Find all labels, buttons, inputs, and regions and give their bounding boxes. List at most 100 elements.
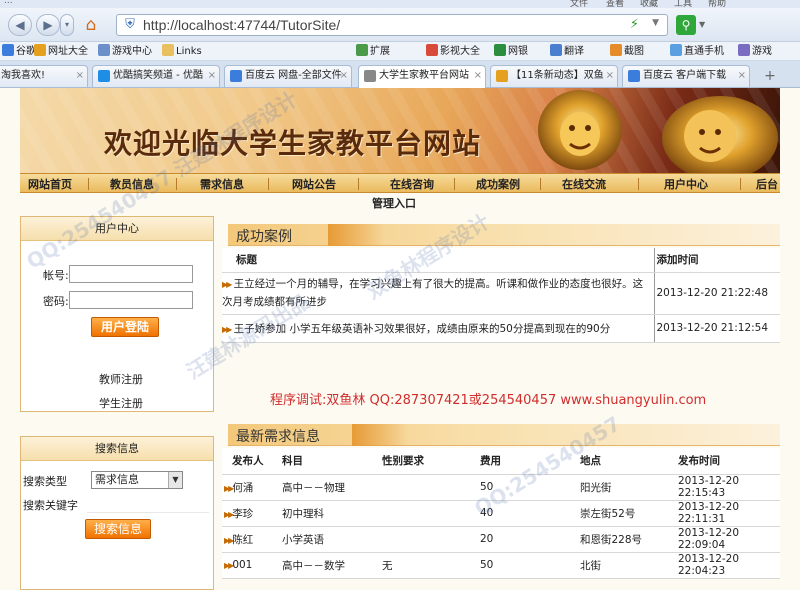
close-icon[interactable]: × (606, 66, 614, 86)
demands-header-fee: 费用 (478, 448, 578, 475)
phone-icon (670, 44, 682, 56)
gamepad-icon (98, 44, 110, 56)
bookmark-label: 影视大全 (440, 46, 480, 57)
nav-chat[interactable]: 在线交流 (562, 176, 606, 192)
nav-teachers[interactable]: 教员信息 (110, 176, 154, 192)
table-row[interactable]: ▶▶ 王立经过一个月的辅导，在学习兴趣上有了很大的提高。听课和做作业的态度也很好… (222, 272, 780, 315)
case-title[interactable]: 王子娇参加 小学五年级英语补习效果很好，成绩由原来的50分提高到现在的90分 (234, 323, 611, 335)
demand-fee: 50 (478, 474, 578, 501)
demand-subject[interactable]: 高中－－数学 (280, 552, 380, 579)
keyword-input[interactable] (87, 495, 209, 513)
tab-taobao[interactable]: 网 - 淘我喜欢! × (0, 65, 88, 87)
bookmark-screenshot[interactable]: 截图 (610, 44, 644, 59)
cases-header-title: 标题 (222, 248, 655, 273)
nav-admin[interactable]: 后台 (756, 176, 778, 192)
nav-consult[interactable]: 在线咨询 (390, 176, 434, 192)
demands-section-header: 最新需求信息 (228, 424, 780, 446)
table-row[interactable]: ▶▶李珍 初中理科 40 崇左街52号 2013-12-20 22:11:31 (222, 500, 780, 527)
bookmark-translate[interactable]: 翻译 (550, 44, 584, 59)
history-dropdown-icon[interactable]: ▾ (60, 14, 74, 36)
case-title[interactable]: 王立经过一个月的辅导，在学习兴趣上有了很大的提高。听课和做作业的态度也很好。这次… (222, 278, 643, 308)
nav-separator (454, 178, 455, 190)
nav-notices[interactable]: 网站公告 (292, 176, 336, 192)
header-accent (352, 424, 408, 446)
user-center-title: 用户中心 (21, 217, 213, 241)
tab-tutor-site[interactable]: 大学生家教平台网站 × (358, 65, 486, 88)
bookmark-games[interactable]: 游戏 (738, 44, 772, 59)
student-register-link[interactable]: 学生注册 (99, 395, 143, 411)
table-row[interactable]: ▶▶何涌 高中－－物理 50 阳光街 2013-12-20 22:15:43 (222, 474, 780, 501)
bookmark-phone[interactable]: 直通手机 (670, 44, 724, 59)
bookmark-game-center[interactable]: 游戏中心 (98, 44, 152, 59)
close-icon[interactable]: × (76, 66, 84, 86)
nav-home[interactable]: 网站首页 (28, 176, 72, 192)
demand-gender (380, 526, 478, 553)
address-input[interactable] (143, 16, 603, 34)
nav-user-center[interactable]: 用户中心 (664, 176, 708, 192)
table-row[interactable]: ▶▶陈红 小学英语 20 和恩街228号 2013-12-20 22:09:04 (222, 526, 780, 553)
table-row[interactable]: ▶▶001 高中－－数学 无 50 北街 2013-12-20 22:04:23 (222, 552, 780, 579)
close-icon[interactable]: × (208, 66, 216, 86)
new-tab-icon[interactable]: + (760, 67, 780, 85)
search-type-select[interactable]: 需求信息 ▼ (91, 471, 183, 489)
bookmark-links[interactable]: Links (162, 44, 202, 59)
bookmark-label: 截图 (624, 46, 644, 57)
search-engine-icon[interactable]: ⚲ (676, 15, 696, 35)
keyword-label: 搜索关键字 (23, 499, 78, 512)
cases-table: 标题 添加时间 ▶▶ 王立经过一个月的辅导，在学习兴趣上有了很大的提高。听课和做… (222, 248, 780, 343)
close-icon[interactable]: × (474, 66, 482, 86)
bookmark-video[interactable]: 影视大全 (426, 44, 480, 59)
user-center-panel: 用户中心 帐号: 密码: 用户登陆 教师注册 学生注册 (20, 216, 214, 412)
folder-icon (162, 44, 174, 56)
close-icon[interactable]: × (738, 66, 746, 86)
page-content: 欢迎光临大学生家教平台网站 网站首页 教员信息 需求信息 网站公告 在线咨询 成… (0, 88, 800, 590)
demand-subject[interactable]: 初中理科 (280, 500, 380, 527)
password-input[interactable] (69, 291, 193, 309)
bookmark-site-directory[interactable]: 网址大全 (34, 44, 88, 59)
account-input[interactable] (69, 265, 193, 283)
cases-section-header: 成功案例 (228, 224, 780, 246)
nav-admin-entry[interactable]: 管理入口 (372, 195, 416, 211)
search-button[interactable]: 搜索信息 (85, 519, 151, 539)
home-icon[interactable]: ⌂ (80, 15, 102, 35)
tab-label: 【11条新动态】双鱼 (511, 70, 604, 81)
forward-icon[interactable]: ▶ (36, 14, 60, 36)
back-icon[interactable]: ◀ (8, 14, 32, 36)
tab-baidu-pan[interactable]: 百度云 网盘-全部文件 × (224, 65, 352, 87)
bookmarks-bar: 谷歌 网址大全 游戏中心 Links 扩展 影视大全 网银 翻译 截图 直通手机… (0, 42, 800, 61)
close-icon[interactable]: × (340, 66, 348, 86)
demand-subject[interactable]: 小学英语 (280, 526, 380, 553)
speed-mode-icon[interactable]: ⚡ (630, 17, 639, 32)
tab-updates[interactable]: 【11条新动态】双鱼 × (490, 65, 618, 87)
google-icon (2, 44, 14, 56)
search-type-label: 搜索类型 (23, 475, 67, 488)
nav-separator (176, 178, 177, 190)
search-engine-dropdown-icon[interactable]: ▼ (699, 20, 705, 29)
login-button[interactable]: 用户登陆 (91, 317, 159, 337)
demand-publisher: 李珍 (232, 507, 254, 520)
bookmark-label: Links (176, 46, 202, 57)
bookmark-extensions[interactable]: 扩展 (356, 44, 390, 59)
demand-gender (380, 474, 478, 501)
tab-label: 大学生家教平台网站 (379, 70, 469, 81)
video-icon (426, 44, 438, 56)
site-banner: 欢迎光临大学生家教平台网站 (20, 88, 780, 173)
demands-header-time: 发布时间 (676, 448, 780, 475)
address-dropdown-icon[interactable]: ▼ (652, 18, 659, 28)
tab-youku[interactable]: 优酷搞笑频道 - 优酷 × (92, 65, 220, 87)
demands-header-gender: 性别要求 (380, 448, 478, 475)
bookmark-bank[interactable]: 网银 (494, 44, 528, 59)
tab-baidu-client[interactable]: 百度云 客户端下载 × (622, 65, 750, 87)
demand-gender (380, 500, 478, 527)
nav-separator (88, 178, 89, 190)
nav-demands[interactable]: 需求信息 (200, 176, 244, 192)
teacher-register-link[interactable]: 教师注册 (99, 371, 143, 387)
nav-cases[interactable]: 成功案例 (476, 176, 520, 192)
demand-subject[interactable]: 高中－－物理 (280, 474, 380, 501)
address-bar: ⛨ ⚡ ▼ (116, 14, 668, 36)
demand-place: 崇左街52号 (578, 500, 676, 527)
tab-label: 网 - 淘我喜欢! (0, 70, 45, 81)
bookmark-google[interactable]: 谷歌 (2, 44, 36, 59)
tab-strip: 网 - 淘我喜欢! × 优酷搞笑频道 - 优酷× 百度云 网盘-全部文件× 大学生… (0, 61, 800, 88)
table-row[interactable]: ▶▶ 王子娇参加 小学五年级英语补习效果很好，成绩由原来的50分提高到现在的90… (222, 314, 780, 343)
